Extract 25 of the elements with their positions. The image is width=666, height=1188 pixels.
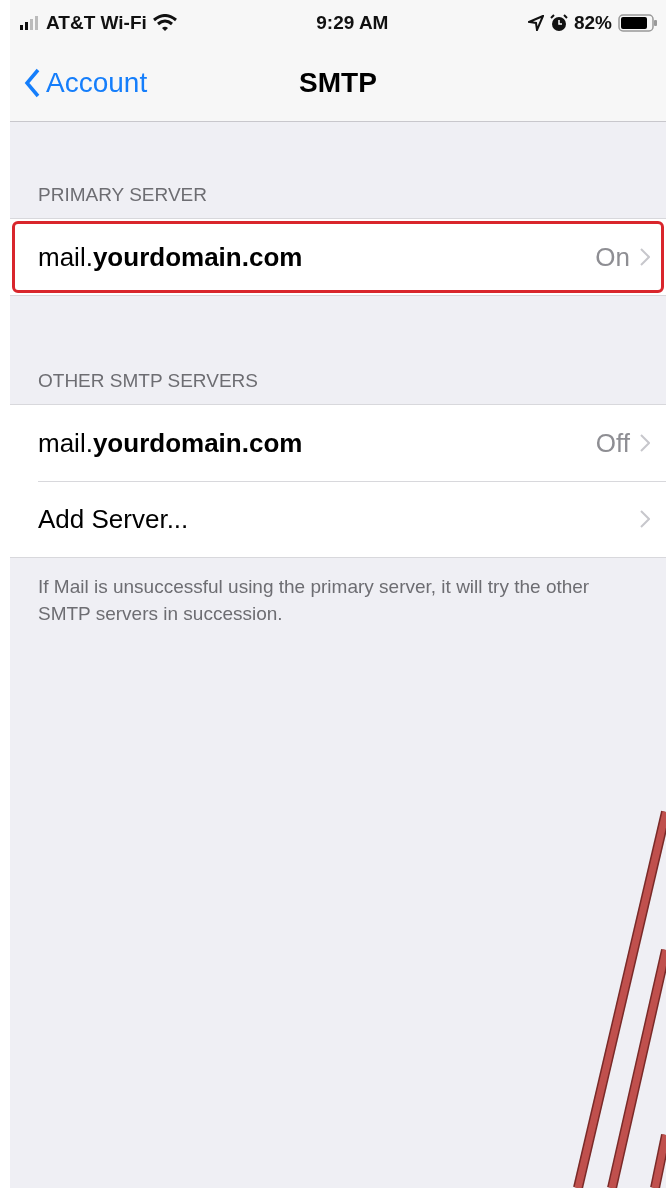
- location-arrow-icon: [527, 14, 544, 31]
- chevron-right-icon: [640, 248, 650, 266]
- back-button[interactable]: Account: [10, 66, 154, 100]
- settings-row[interactable]: Add Server...: [10, 481, 666, 557]
- battery-percent: 82%: [573, 11, 612, 34]
- row-label: mail.yourdomain.com: [38, 241, 304, 273]
- highlighted-settings-row[interactable]: mail.yourdomain.com On: [10, 219, 666, 295]
- nav-title: SMTP: [299, 67, 377, 98]
- row-label: Add Server...: [38, 503, 190, 535]
- chevron-right-icon: [640, 434, 650, 452]
- chevron-left-icon: [24, 68, 40, 98]
- status-time: 9:29 AM: [316, 11, 389, 34]
- battery-icon: [618, 13, 658, 32]
- chevron-right-icon: [640, 510, 650, 528]
- signal-icon: [20, 15, 40, 30]
- alarm-clock-icon: [549, 13, 568, 32]
- row-value: On: [595, 241, 630, 273]
- wifi-icon: [152, 13, 177, 32]
- footer-note: If Mail is unsuccessful using the primary server, it will try the other SMTP servers in succession.: [37, 575, 591, 626]
- section-header: OTHER SMTP SERVERS: [38, 370, 258, 391]
- settings-row[interactable]: mail.yourdomain.com Off: [10, 405, 666, 481]
- row-label: mail.yourdomain.com: [38, 427, 304, 459]
- carrier-label: AT&T Wi-Fi: [46, 11, 147, 34]
- row-value: Off: [595, 427, 630, 459]
- section-header: PRIMARY SERVER: [38, 184, 207, 205]
